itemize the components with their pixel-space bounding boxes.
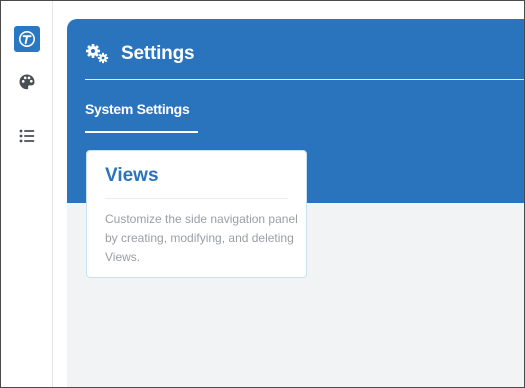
list-icon xyxy=(19,129,35,143)
settings-page: Settings System Settings Views Customize… xyxy=(67,19,524,387)
palette-icon xyxy=(19,74,35,90)
card-title: Views xyxy=(105,165,159,186)
sidebar-item-themes[interactable] xyxy=(14,69,40,95)
main-area: Settings System Settings Views Customize… xyxy=(53,1,524,387)
left-rail xyxy=(1,1,53,387)
page-header: Settings xyxy=(85,41,195,67)
sidebar-item-list[interactable] xyxy=(14,123,40,149)
logo-t-icon xyxy=(19,31,35,47)
active-tab-indicator xyxy=(85,131,198,133)
tab-system-settings[interactable]: System Settings xyxy=(85,101,190,117)
card-description: Customize the side navigation panel by c… xyxy=(105,212,298,264)
views-card[interactable]: Views Customize the side navigation pane… xyxy=(86,150,307,278)
card-divider xyxy=(105,198,288,199)
header-divider xyxy=(85,79,524,80)
app-logo-icon[interactable] xyxy=(14,26,40,52)
gears-icon xyxy=(86,44,109,64)
page-title: Settings xyxy=(121,43,195,64)
